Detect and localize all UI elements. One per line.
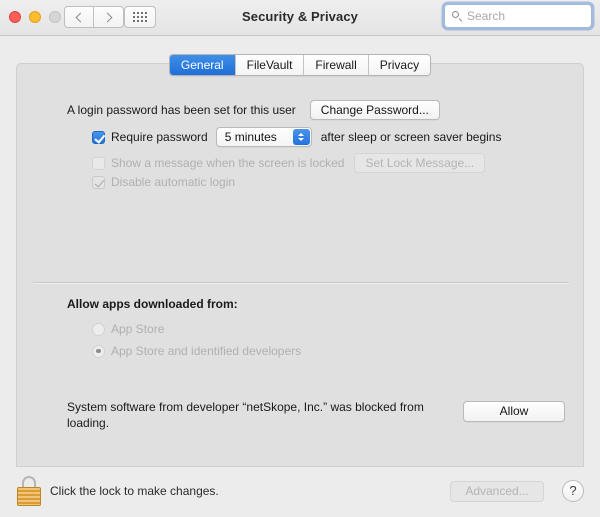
bottom-bar: Click the lock to make changes. Advanced…	[0, 467, 600, 517]
require-password-delay-value: 5 minutes	[224, 130, 277, 144]
require-password-row: Require password 5 minutes after sleep o…	[92, 127, 501, 147]
allow-apps-heading: Allow apps downloaded from:	[67, 297, 238, 311]
allow-blocked-software-button[interactable]: Allow	[463, 401, 565, 422]
change-password-button[interactable]: Change Password...	[309, 100, 440, 120]
allow-apps-label: Allow apps downloaded from:	[67, 297, 238, 311]
radio-app-store-label: App Store	[111, 322, 165, 336]
disable-auto-login-row: Disable automatic login	[92, 175, 235, 189]
tab-privacy[interactable]: Privacy	[367, 55, 431, 75]
security-privacy-window: Security & Privacy Search General FileVa…	[0, 0, 600, 517]
require-password-suffix-label: after sleep or screen saver begins	[320, 130, 502, 144]
show-lock-message-checkbox	[92, 156, 105, 170]
allow-apps-option-appstore: App Store	[92, 322, 164, 336]
search-placeholder: Search	[467, 9, 506, 23]
require-password-checkbox[interactable]	[92, 130, 105, 144]
require-password-label: Require password	[111, 130, 208, 144]
set-lock-message-button: Set Lock Message...	[354, 153, 486, 173]
radio-app-store	[92, 322, 105, 336]
radio-app-store-identified-developers	[92, 344, 105, 358]
stepper-arrows-icon[interactable]	[292, 129, 310, 145]
blocked-software-message: System software from developer “netSkope…	[67, 400, 424, 430]
tab-general[interactable]: General	[169, 55, 235, 75]
login-password-row: A login password has been set for this u…	[67, 100, 440, 120]
tab-firewall[interactable]: Firewall	[303, 55, 368, 75]
tab-filevault[interactable]: FileVault	[234, 55, 304, 75]
require-password-delay-select[interactable]: 5 minutes	[215, 127, 312, 147]
lock-closed-icon[interactable]	[16, 476, 42, 506]
allow-apps-option-identified-developers: App Store and identified developers	[92, 344, 301, 358]
search-field[interactable]: Search	[444, 4, 592, 28]
show-lock-message-row: Show a message when the screen is locked…	[92, 153, 486, 173]
disable-auto-login-checkbox	[92, 175, 105, 189]
show-lock-message-label: Show a message when the screen is locked	[111, 156, 345, 170]
title-bar: Security & Privacy Search	[0, 0, 600, 36]
radio-identified-developers-label: App Store and identified developers	[111, 344, 302, 358]
lock-caption-label: Click the lock to make changes.	[50, 484, 219, 498]
section-divider	[33, 282, 569, 283]
help-button[interactable]: ?	[562, 480, 584, 502]
disable-auto-login-label: Disable automatic login	[111, 175, 236, 189]
search-icon	[452, 10, 463, 22]
login-password-label: A login password has been set for this u…	[67, 103, 296, 117]
advanced-button: Advanced...	[450, 481, 544, 502]
tab-bar: General FileVault Firewall Privacy	[0, 54, 600, 76]
general-pane: A login password has been set for this u…	[16, 63, 584, 467]
